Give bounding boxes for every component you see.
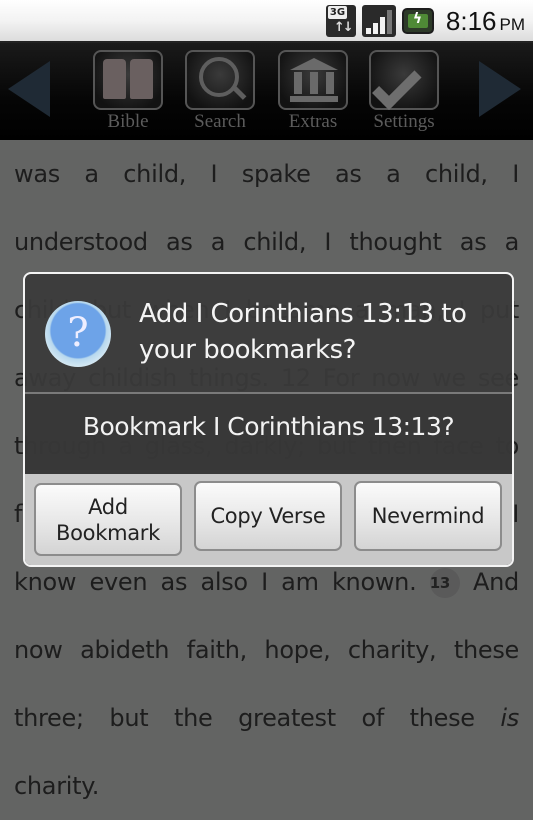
copy-verse-label: Copy Verse xyxy=(210,504,326,528)
nevermind-button[interactable]: Nevermind xyxy=(354,481,502,551)
toolbar-bible-button[interactable]: Bible xyxy=(90,50,166,132)
dialog-title: Add I Corinthians 13:13 to your bookmark… xyxy=(139,299,467,365)
clock-time: 8:16 xyxy=(445,5,497,36)
text-segment: three; but the greatest of these xyxy=(14,704,475,732)
dialog-message: Bookmark I Corinthians 13:13? xyxy=(25,394,512,474)
nevermind-label: Nevermind xyxy=(371,504,485,528)
toolbar-search-label: Search xyxy=(194,111,246,132)
question-icon: ? xyxy=(45,301,111,367)
clock: 8:16 PM xyxy=(446,6,525,37)
checkmark-icon xyxy=(372,60,422,110)
copy-verse-button[interactable]: Copy Verse xyxy=(194,481,342,551)
building-icon xyxy=(290,58,338,102)
italic-word: is xyxy=(500,704,519,732)
text-line: now abideth faith, hope, charity, these xyxy=(14,636,519,664)
text-segment: know even as also I am known. xyxy=(14,568,417,596)
toolbar-extras-button[interactable]: Extras xyxy=(275,50,351,132)
text-segment: And xyxy=(473,568,519,596)
dialog-button-bar: Add Bookmark Copy Verse Nevermind xyxy=(25,474,512,565)
toolbar-bible-label: Bible xyxy=(107,111,149,132)
battery-charging-icon: ϟ xyxy=(401,8,434,34)
dialog-header: ? Add I Corinthians 13:13 to your bookma… xyxy=(25,274,512,392)
add-bookmark-label: Add Bookmark xyxy=(56,494,160,545)
next-chapter-arrow-icon[interactable] xyxy=(479,61,521,117)
3g-data-icon: 3G ↑↓ xyxy=(325,5,356,37)
status-bar: 3G ↑↓ ϟ 8:16 PM xyxy=(0,0,533,43)
add-bookmark-button[interactable]: Add Bookmark xyxy=(34,483,182,556)
toolbar-settings-button[interactable]: Settings xyxy=(366,50,442,132)
previous-chapter-arrow-icon[interactable] xyxy=(8,61,50,117)
text-line: three; but the greatest of these is xyxy=(14,684,519,752)
signal-strength-icon xyxy=(361,5,396,37)
text-line: understood as a child, I thought as a xyxy=(14,228,519,256)
app-toolbar: Bible Search Extras Settings xyxy=(0,43,533,140)
book-icon xyxy=(103,59,153,101)
toolbar-settings-label: Settings xyxy=(373,111,435,132)
verse-number-badge[interactable]: 13 xyxy=(429,568,460,598)
clock-ampm: PM xyxy=(499,14,526,34)
network-type-label: 3G xyxy=(327,6,348,19)
text-line: was a child, I spake as a child, I xyxy=(14,160,519,188)
toolbar-extras-label: Extras xyxy=(288,111,338,132)
bookmark-dialog: ? Add I Corinthians 13:13 to your bookma… xyxy=(23,272,514,567)
toolbar-search-button[interactable]: Search xyxy=(182,50,258,132)
text-line: charity. xyxy=(14,772,100,800)
